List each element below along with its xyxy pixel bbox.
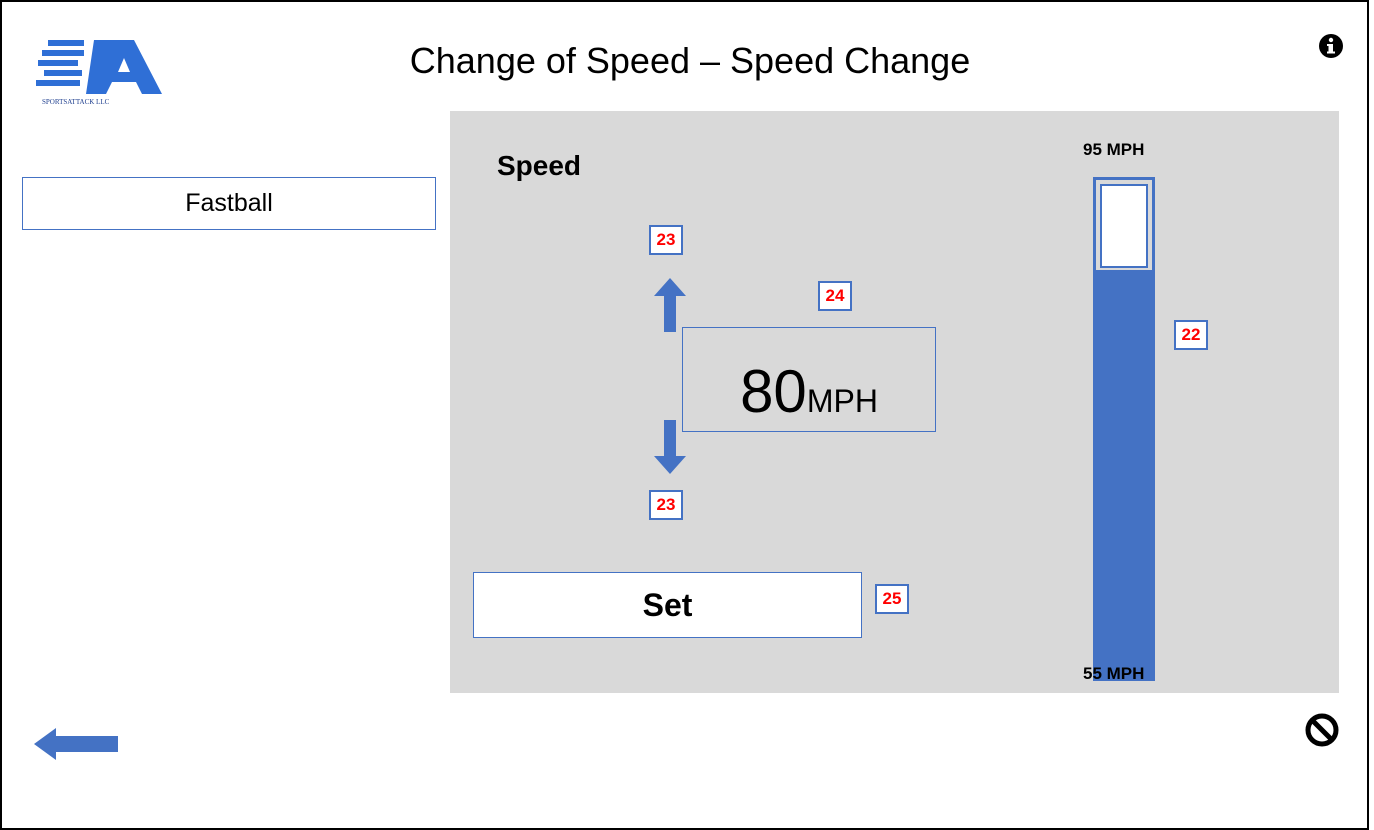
decrease-speed-arrow-icon[interactable] [652,420,688,474]
pitch-item-fastball[interactable]: Fastball [22,177,436,230]
sports-attack-logo: SPORTSATTACK LLC [34,38,166,106]
slider-max-label: 95 MPH [1083,140,1145,159]
speed-slider[interactable] [1093,177,1155,681]
cancel-icon[interactable] [1304,712,1340,748]
increase-speed-arrow-icon[interactable] [652,278,688,332]
speed-heading: Speed [497,150,582,181]
svg-text:SPORTSATTACK LLC: SPORTSATTACK LLC [42,98,110,106]
annotation-tag-decrease: 23 [649,490,683,520]
annotation-tag-increase: 23 [649,225,683,255]
slider-min-label: 55 MPH [1083,664,1145,683]
annotation-tag-slider: 22 [1174,320,1208,350]
slider-fill [1096,270,1152,678]
annotation-tag-value: 24 [818,281,852,311]
set-button[interactable]: Set [473,572,862,638]
back-arrow-icon[interactable] [34,726,118,762]
info-icon[interactable] [1318,33,1344,59]
speed-unit: MPH [806,383,878,419]
speed-value: 80 [740,358,807,425]
slider-handle[interactable] [1100,184,1148,268]
pitch-item-label: Fastball [185,189,273,217]
annotation-tag-set: 25 [875,584,909,614]
page-title: Change of Speed – Speed Change [409,40,971,81]
speed-display: 80 MPH [682,327,936,432]
